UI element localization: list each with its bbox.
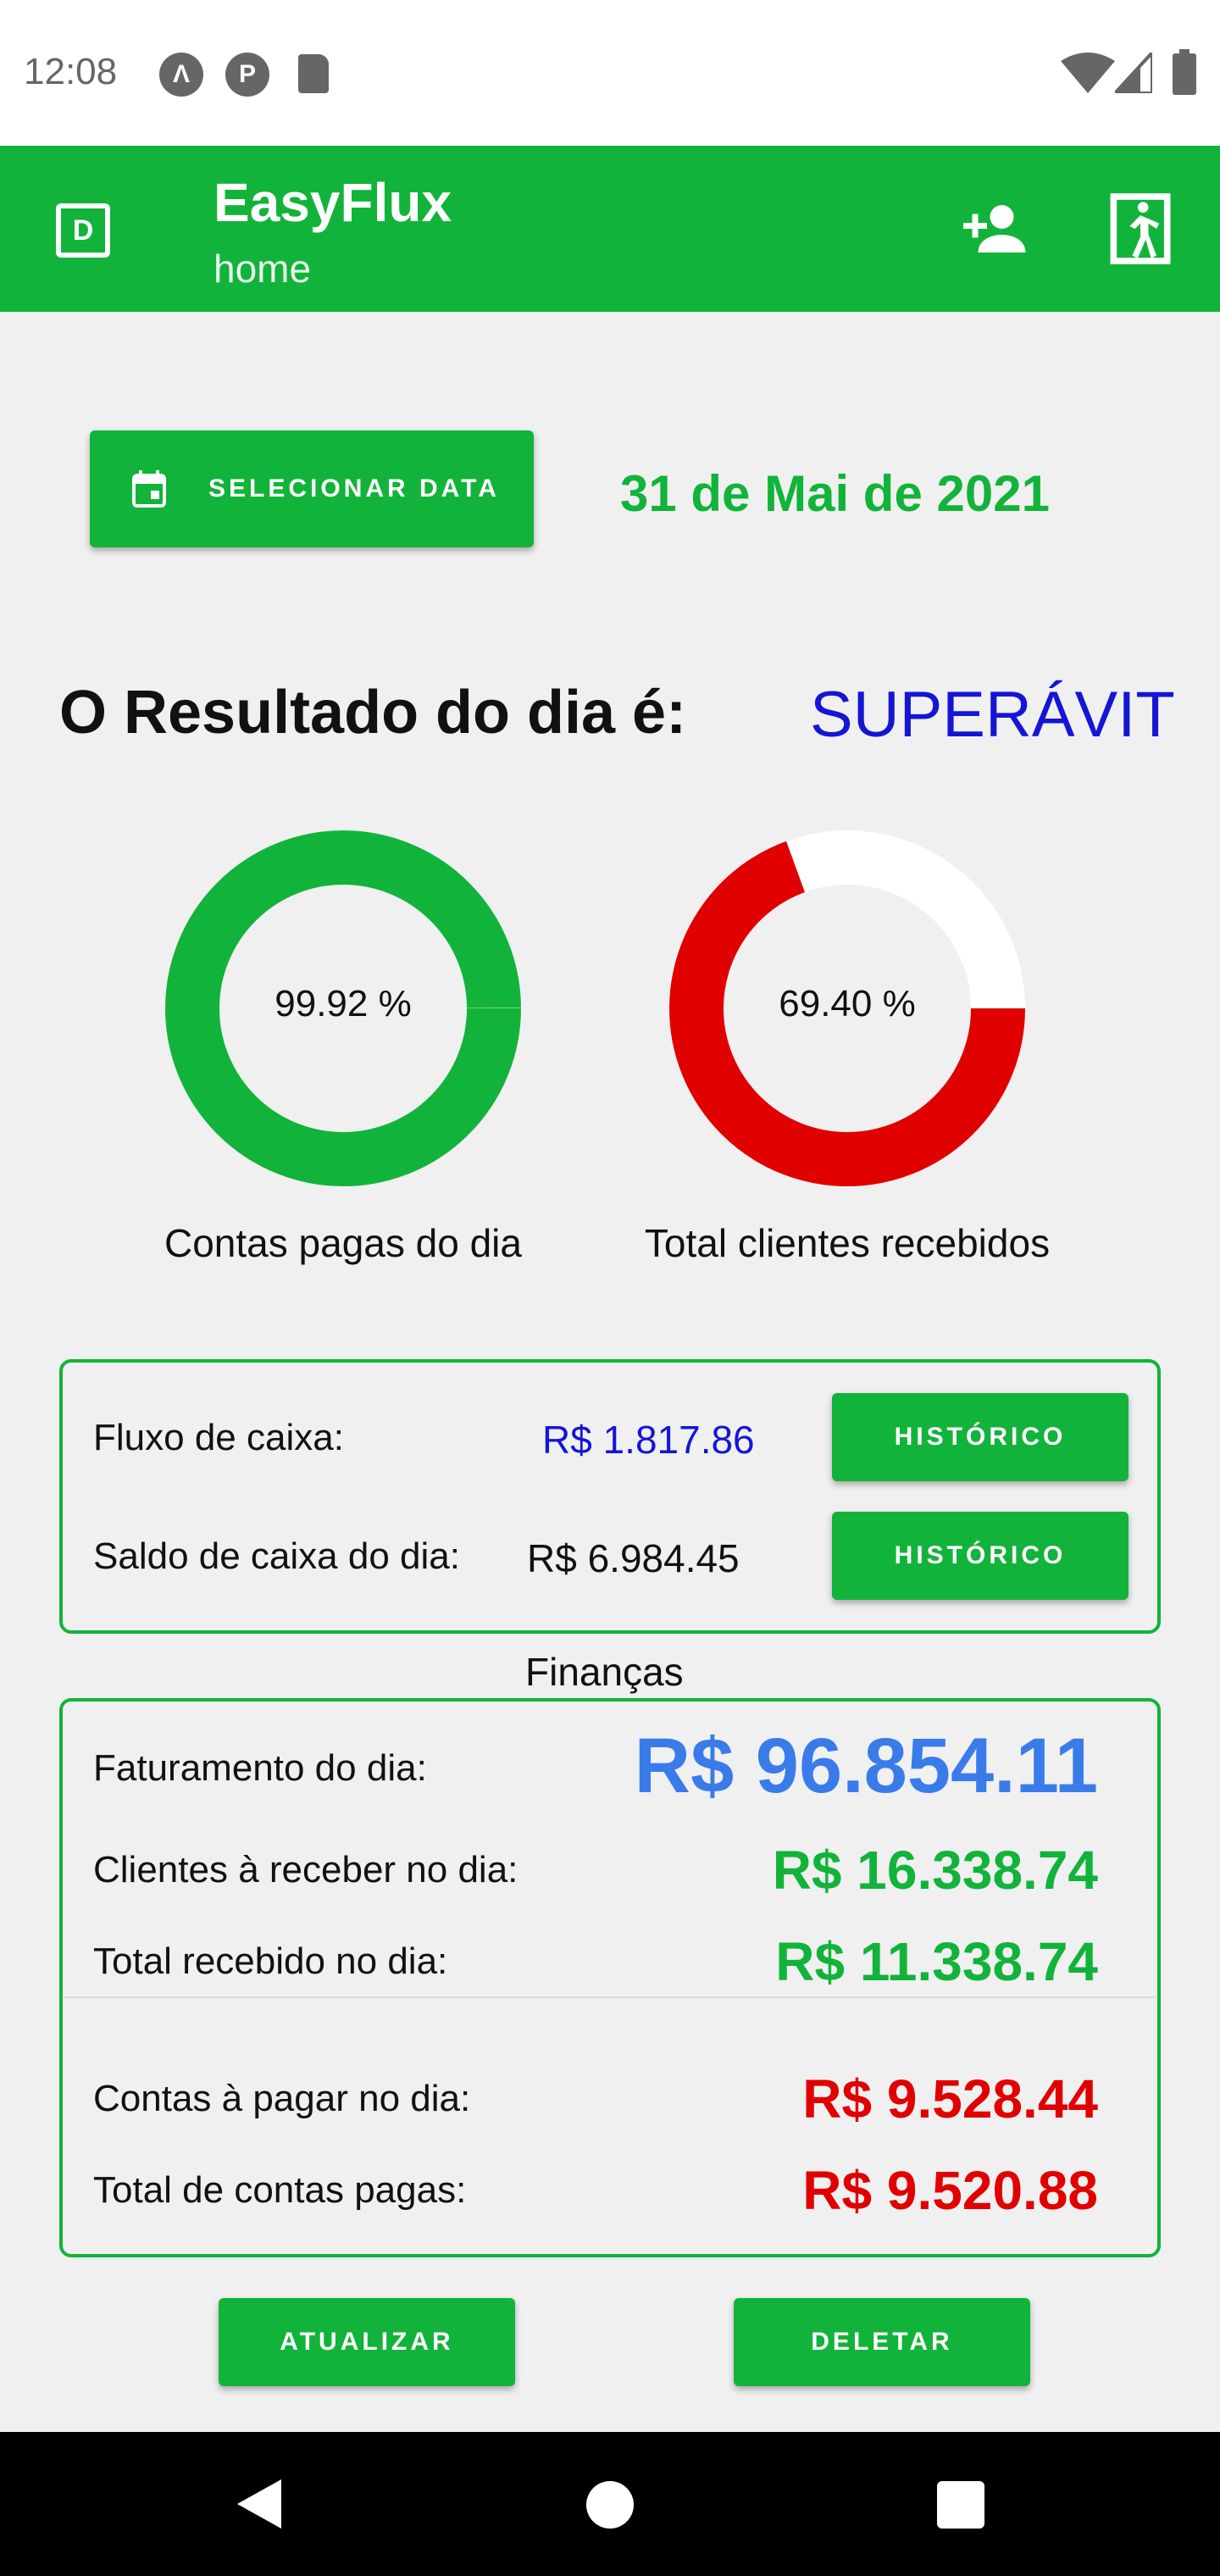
calendar-icon — [132, 470, 166, 508]
selected-date: 31 de Mai de 2021 — [620, 465, 1050, 522]
result-value: SUPERÁVIT — [810, 679, 1175, 751]
clients-received-percent: 69.40 % — [779, 983, 916, 1024]
finance-divider — [63, 1996, 1157, 1998]
paid-value: R$ 9.520.88 — [802, 2160, 1098, 2221]
app-bar — [0, 146, 1220, 312]
home-icon[interactable] — [586, 2481, 634, 2529]
app-a-icon: Λ — [159, 53, 203, 97]
add-user-icon[interactable] — [957, 193, 1029, 264]
select-date-label: SELECIONAR DATA — [208, 475, 500, 502]
daily-balance-value: R$ 6.984.45 — [527, 1536, 740, 1580]
daily-balance-history-button[interactable]: HISTÓRICO — [832, 1512, 1128, 1600]
receivables-label: Clientes à receber no dia: — [93, 1849, 518, 1890]
wifi-icon — [1061, 53, 1115, 93]
cash-flow-value: R$ 1.817.86 — [542, 1418, 755, 1462]
received-value: R$ 11.338.74 — [775, 1931, 1098, 1992]
daily-balance-label: Saldo de caixa do dia: — [93, 1535, 460, 1577]
app-p-icon: P — [225, 53, 269, 97]
status-time: 12:08 — [24, 51, 118, 92]
received-label: Total recebido no dia: — [93, 1940, 448, 1982]
app-title: EasyFlux — [214, 172, 452, 233]
cash-flow-label: Fluxo de caixa: — [93, 1417, 344, 1458]
app-subtitle: home — [214, 247, 312, 291]
update-button[interactable]: ATUALIZAR — [219, 2298, 515, 2386]
receivables-value: R$ 16.338.74 — [772, 1840, 1098, 1901]
select-date-button[interactable]: SELECIONAR DATA — [90, 430, 534, 547]
drawer-icon[interactable]: D — [56, 203, 110, 258]
paid-bills-percent: 99.92 % — [274, 983, 412, 1024]
exit-icon[interactable] — [1108, 193, 1173, 264]
paid-label: Total de contas pagas: — [93, 2169, 467, 2211]
revenue-label: Faturamento do dia: — [93, 1747, 427, 1789]
signal-icon — [1115, 53, 1152, 93]
back-icon[interactable] — [234, 2476, 285, 2532]
payables-label: Contas à pagar no dia: — [93, 2078, 471, 2119]
cash-flow-history-button[interactable]: HISTÓRICO — [832, 1393, 1128, 1481]
paid-bills-caption: Contas pagas do dia — [164, 1221, 522, 1265]
sd-card-icon — [298, 54, 329, 93]
result-label: O Resultado do dia é: — [59, 679, 687, 747]
finance-title: Finanças — [525, 1650, 684, 1694]
payables-value: R$ 9.528.44 — [802, 2068, 1098, 2129]
battery-icon — [1173, 49, 1196, 95]
clients-received-caption: Total clientes recebidos — [644, 1221, 1051, 1265]
delete-button[interactable]: DELETAR — [734, 2298, 1030, 2386]
recent-apps-icon[interactable] — [937, 2481, 984, 2529]
revenue-value: R$ 96.854.11 — [634, 1723, 1098, 1809]
